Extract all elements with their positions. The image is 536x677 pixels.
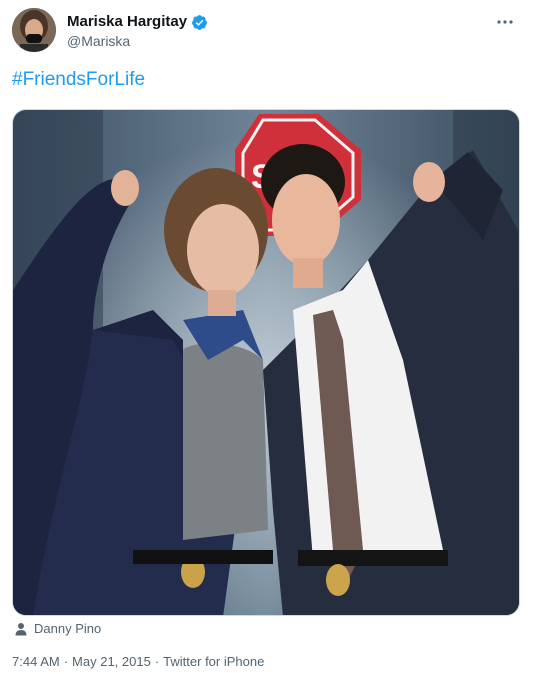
verified-badge-icon [191, 14, 208, 31]
tweet-source[interactable]: Twitter for iPhone [163, 654, 264, 669]
person-icon [14, 622, 28, 636]
author-names: Mariska Hargitay @Mariska [67, 13, 208, 50]
tweet-date[interactable]: May 21, 2015 [72, 654, 151, 669]
tweet-time[interactable]: 7:44 AM [12, 654, 60, 669]
tweet-header: Mariska Hargitay @Mariska [12, 8, 524, 54]
tweet-metadata: 7:44 AM · May 21, 2015 · Twitter for iPh… [12, 654, 264, 669]
meta-separator: · [63, 654, 69, 669]
tagged-user-name[interactable]: Danny Pino [34, 621, 101, 636]
tweet-photo[interactable]: STOP [12, 109, 520, 616]
meta-separator: · [154, 654, 160, 669]
avatar[interactable] [12, 8, 56, 52]
more-options-icon[interactable] [490, 10, 520, 34]
tagged-users[interactable]: Danny Pino [14, 621, 101, 636]
tweet-text: #FriendsForLife [12, 68, 145, 92]
hashtag-link[interactable]: #FriendsForLife [12, 69, 145, 90]
display-name[interactable]: Mariska Hargitay [67, 13, 187, 31]
author-handle[interactable]: @Mariska [67, 32, 208, 50]
